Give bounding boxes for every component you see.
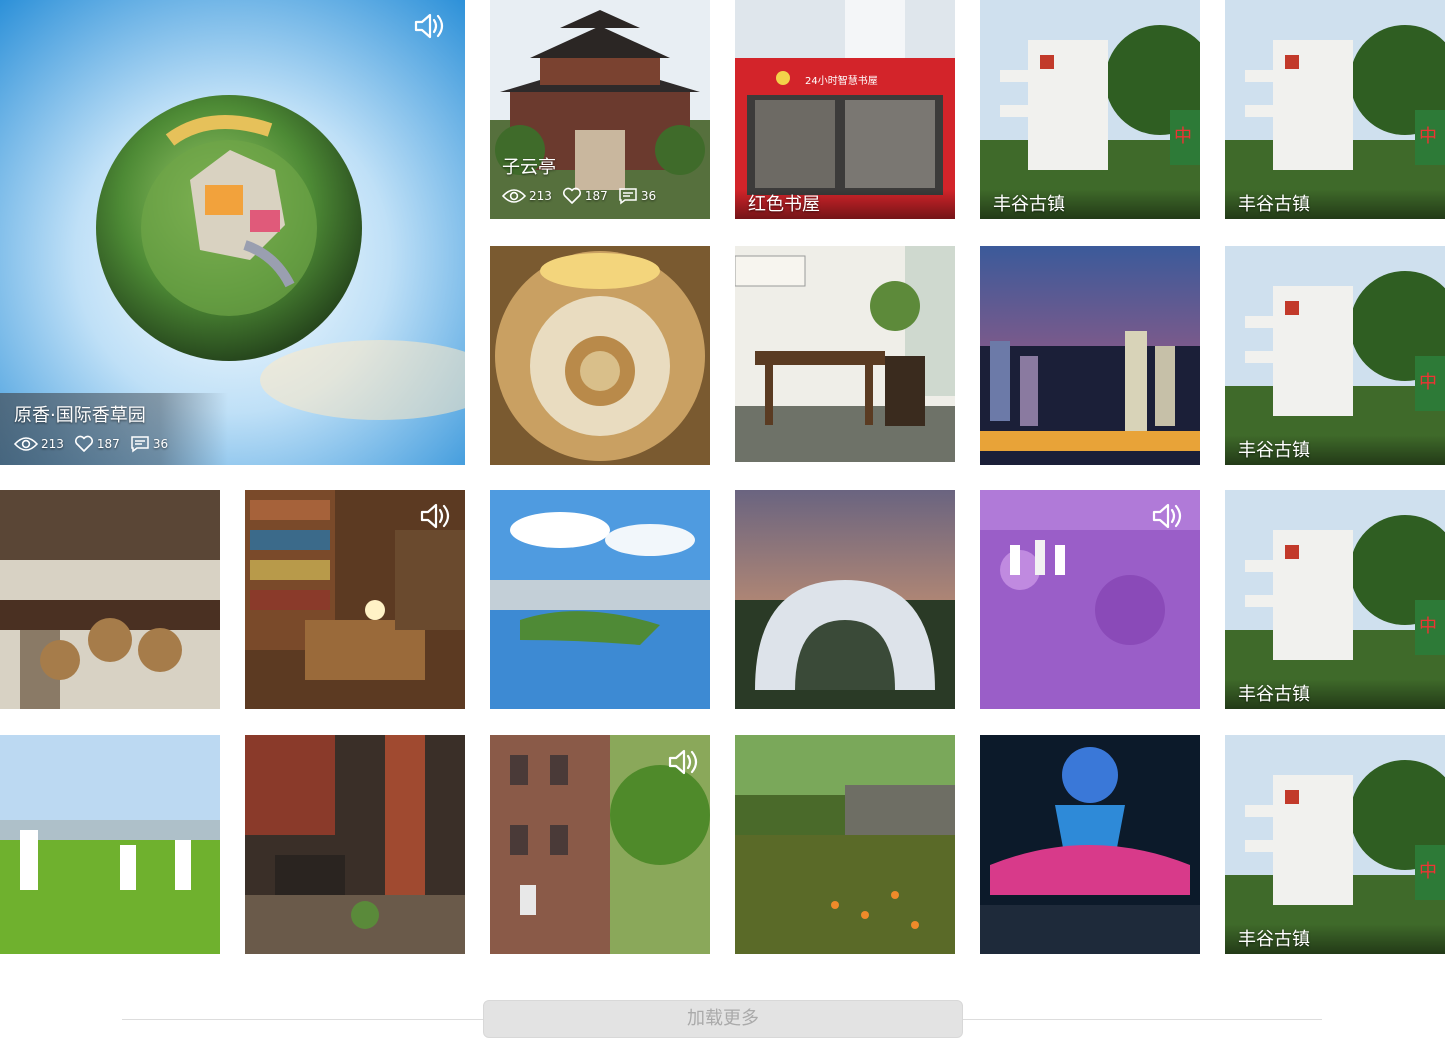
comments-stat[interactable]: 36 xyxy=(618,187,656,205)
svg-text:中: 中 xyxy=(1419,861,1437,882)
tile-fenggu-2[interactable]: 中 丰谷古镇 xyxy=(1225,0,1445,219)
comment-icon xyxy=(619,188,637,205)
comment-icon xyxy=(131,436,149,453)
tile-photo-red-kiosk: 24小时智慧书屋 xyxy=(735,0,955,219)
tile-cafe-interior[interactable] xyxy=(245,735,465,954)
eye-icon xyxy=(14,437,38,451)
tile-title: 丰谷古镇 xyxy=(1225,435,1445,465)
tile-photo-stele: 中 xyxy=(980,0,1200,219)
tile-title: 丰谷古镇 xyxy=(980,189,1200,219)
tile-title: 子云亭 xyxy=(502,157,556,178)
tile-title: 红色书屋 xyxy=(735,189,955,219)
likes-stat[interactable]: 187 xyxy=(74,435,120,453)
views-count: 213 xyxy=(529,189,552,203)
tile-building-dusk[interactable] xyxy=(735,490,955,709)
tile-fenggu-4[interactable]: 中 丰谷古镇 xyxy=(1225,490,1445,709)
speaker-icon[interactable] xyxy=(667,747,701,777)
tile-photo-stele: 中 xyxy=(1225,0,1445,219)
tile-photo-building xyxy=(735,490,955,709)
svg-text:24小时智慧书屋: 24小时智慧书屋 xyxy=(805,74,878,87)
tile-martial-arts[interactable] xyxy=(0,735,220,954)
tile-tea-room[interactable] xyxy=(735,246,955,462)
tile-photo-stele: 中 xyxy=(1225,490,1445,709)
tile-ziyunting[interactable]: 子云亭 213 187 36 xyxy=(490,0,710,219)
tile-photo-night-city xyxy=(980,246,1200,465)
tile-photo-stele: 中 xyxy=(1225,246,1445,465)
tile-photo-pond xyxy=(735,735,955,954)
svg-text:中: 中 xyxy=(1419,126,1437,147)
tile-photo-tearoom xyxy=(735,246,955,462)
tile-mall-atrium[interactable] xyxy=(490,246,710,465)
tile-photo-field xyxy=(0,735,220,954)
tile-library[interactable] xyxy=(245,490,465,709)
tile-photo-stele: 中 xyxy=(1225,735,1445,954)
tile-photo-atrium xyxy=(490,246,710,465)
tile-fenggu-5[interactable]: 中 丰谷古镇 xyxy=(1225,735,1445,954)
likes-count: 187 xyxy=(96,437,120,451)
tile-red-bookhouse[interactable]: 24小时智慧书屋 红色书屋 xyxy=(735,0,955,219)
views-stat: 213 xyxy=(502,188,552,204)
featured-title: 原香·国际香草园 xyxy=(14,405,146,426)
svg-text:中: 中 xyxy=(1174,126,1192,147)
tile-lavender[interactable] xyxy=(980,490,1200,709)
views-stat: 213 xyxy=(14,436,64,452)
speaker-icon[interactable] xyxy=(413,11,447,41)
tile-light-show[interactable] xyxy=(980,735,1200,954)
tile-koi-pond[interactable] xyxy=(735,735,955,954)
speaker-icon[interactable] xyxy=(419,501,453,531)
panorama-grid: 原香·国际香草园 213 187 36 子云亭 213 187 36 24小时智… xyxy=(0,0,1445,960)
tile-title: 丰谷古镇 xyxy=(1225,679,1445,709)
tile-fenggu-3[interactable]: 中 丰谷古镇 xyxy=(1225,246,1445,465)
tile-teahouse[interactable] xyxy=(0,490,220,709)
comments-count: 36 xyxy=(152,437,169,451)
featured-stats: 213 187 36 xyxy=(14,435,168,453)
likes-stat[interactable]: 187 xyxy=(562,187,608,205)
comments-stat[interactable]: 36 xyxy=(130,435,168,453)
featured-tile[interactable]: 原香·国际香草园 213 187 36 xyxy=(0,0,465,465)
speaker-icon[interactable] xyxy=(1151,501,1185,531)
likes-count: 187 xyxy=(584,189,608,203)
tile-photo-lanterns xyxy=(980,735,1200,954)
views-count: 213 xyxy=(41,437,64,451)
heart-icon xyxy=(562,187,581,204)
tile-stats: 213 187 36 xyxy=(502,187,656,205)
heart-icon xyxy=(74,435,93,452)
tile-photo-teahouse xyxy=(0,490,220,709)
tile-photo-lake xyxy=(490,490,710,709)
tile-lakeside[interactable] xyxy=(490,490,710,709)
tile-info: 子云亭 213 187 36 xyxy=(490,157,668,219)
tile-old-building[interactable] xyxy=(490,735,710,954)
tile-title: 丰谷古镇 xyxy=(1225,189,1445,219)
eye-icon xyxy=(502,189,526,203)
load-more-button[interactable]: 加载更多 xyxy=(483,1000,963,1038)
tile-photo-cafe xyxy=(245,735,465,954)
featured-info: 原香·国际香草园 213 187 36 xyxy=(0,393,229,465)
comments-count: 36 xyxy=(640,189,657,203)
tile-city-night[interactable] xyxy=(980,246,1200,465)
svg-text:中: 中 xyxy=(1419,372,1437,393)
tile-title: 丰谷古镇 xyxy=(1225,924,1445,954)
tile-fenggu-1[interactable]: 中 丰谷古镇 xyxy=(980,0,1200,219)
svg-text:中: 中 xyxy=(1419,616,1437,637)
